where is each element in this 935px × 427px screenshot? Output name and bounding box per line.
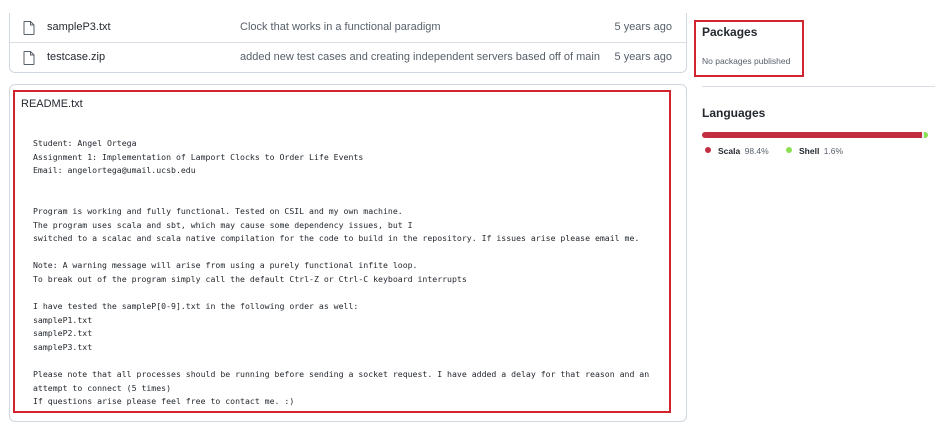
repository-page: sampleP3.txt Clock that works in a funct…	[0, 0, 935, 427]
sidebar-divider	[702, 86, 935, 87]
file-icon	[23, 51, 35, 65]
readme-line: Email: angelortega@umail.ucsb.edu	[33, 165, 196, 176]
readme-line: sampleP2.txt	[33, 328, 93, 339]
readme-line: To break out of the program simply call …	[33, 273, 467, 284]
scala-color-dot	[705, 147, 711, 153]
readme-line: sampleP3.txt	[33, 341, 93, 352]
language-percent: 1.6%	[823, 146, 844, 156]
readme-line	[33, 355, 673, 369]
languages-bar	[702, 132, 928, 138]
packages-heading[interactable]: Packages	[702, 25, 757, 39]
readme-line	[33, 287, 673, 301]
language-bar-segment-scala[interactable]	[702, 132, 923, 138]
file-name-link[interactable]: testcase.zip	[47, 51, 105, 63]
file-row[interactable]: sampleP3.txt Clock that works in a funct…	[10, 13, 686, 43]
language-bar-segment-shell[interactable]	[924, 132, 928, 138]
commit-message-link[interactable]: Clock that works in a functional paradig…	[240, 21, 441, 33]
commit-message-link[interactable]: added new test cases and creating indepe…	[240, 51, 600, 63]
packages-empty-text: No packages published	[702, 56, 791, 66]
readme-line	[33, 246, 673, 260]
readme-title: README.txt	[21, 98, 83, 110]
readme-line: Student: Angel Ortega	[33, 138, 137, 148]
readme-line: I have tested the sampleP[0-9].txt in th…	[33, 301, 359, 312]
readme-line	[33, 178, 673, 192]
language-name: Scala	[718, 146, 741, 156]
readme-line: The program uses scala and sbt, which ma…	[33, 219, 413, 230]
readme-line: Please note that all processes should be…	[33, 369, 650, 380]
readme-line: Program is working and fully functional.…	[33, 205, 403, 216]
language-item-shell[interactable]: Shell 1.6%	[786, 146, 843, 156]
readme-content: Student: Angel Ortega Assignment 1: Imple…	[33, 137, 673, 409]
readme-line: Assignment 1: Implementation of Lamport …	[33, 151, 364, 162]
languages-heading: Languages	[702, 106, 766, 120]
file-icon	[23, 21, 35, 35]
language-item-scala[interactable]: Scala 98.4%	[705, 146, 769, 156]
commit-age: 5 years ago	[614, 51, 672, 63]
readme-line	[33, 191, 673, 205]
file-list: sampleP3.txt Clock that works in a funct…	[9, 13, 687, 73]
readme-line: If questions arise please feel free to c…	[33, 396, 295, 407]
readme-line: Note: A warning message will arise from …	[33, 260, 418, 271]
file-name-link[interactable]: sampleP3.txt	[47, 21, 111, 33]
readme-line: sampleP1.txt	[33, 314, 93, 325]
commit-age: 5 years ago	[614, 21, 672, 33]
language-percent: 98.4%	[744, 146, 769, 156]
readme-line: attempt to connect (5 times)	[33, 382, 172, 393]
language-name: Shell	[799, 146, 820, 156]
shell-color-dot	[786, 147, 792, 153]
file-row[interactable]: testcase.zip added new test cases and cr…	[10, 43, 686, 72]
readme-line: switched to a scalac and scala native co…	[33, 233, 640, 244]
